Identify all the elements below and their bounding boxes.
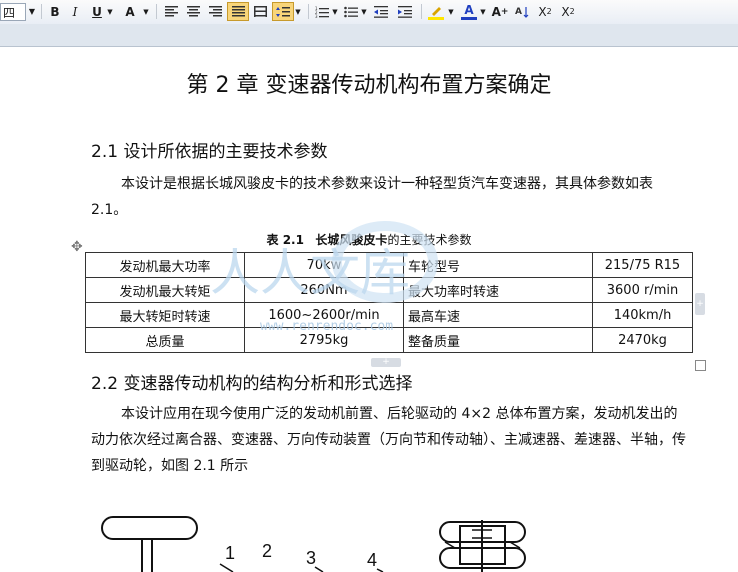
subscript-button[interactable]: X2	[558, 2, 578, 21]
table-cell[interactable]: 总质量	[85, 327, 245, 353]
table-row: 最大转矩时转速 1600~2600r/min 最高车速 140km/h	[85, 302, 693, 328]
font-color-swatch	[461, 16, 477, 20]
font-color-button[interactable]: A	[459, 2, 479, 21]
svg-text:3: 3	[315, 14, 318, 18]
highlight-icon[interactable]	[426, 2, 446, 21]
font-color-dropdown-icon[interactable]: ▼	[479, 2, 487, 21]
table-cell[interactable]: 发动机最大功率	[85, 252, 245, 278]
char-shading-button[interactable]: A	[120, 2, 140, 21]
table-cell[interactable]: 2795kg	[244, 327, 404, 353]
italic-label: I	[72, 4, 78, 19]
table-cell[interactable]: 1600~2600r/min	[244, 302, 404, 328]
table-cell[interactable]: 车轮型号	[403, 252, 593, 278]
numbering-dropdown-icon[interactable]: ▼	[331, 2, 339, 21]
char-shading-label: A	[125, 4, 135, 19]
figure-label-3: 3	[306, 548, 316, 568]
section-heading-2-2: 2.2 变速器传动机构的结构分析和形式选择	[91, 374, 413, 394]
table-cell[interactable]: 最大功率时转速	[403, 277, 593, 303]
align-center-icon[interactable]	[184, 2, 202, 21]
parameters-table[interactable]: 发动机最大功率 70kw 车轮型号 215/75 R15 发动机最大转矩 260Nm 最大功…	[85, 252, 693, 353]
grow-font-label: A	[491, 4, 501, 19]
section-paragraph-2-2: 本设计应用在现今使用广泛的发动机前置、后轮驱动的 4×2 总体布置方案，发动机发…	[91, 406, 686, 474]
increase-indent-icon[interactable]	[396, 2, 414, 21]
table-add-column-handle[interactable]: +	[695, 293, 705, 315]
subscript-label: X	[561, 4, 570, 19]
svg-text:A: A	[515, 7, 522, 17]
highlight-dropdown-icon[interactable]: ▼	[447, 2, 455, 21]
bullets-dropdown-icon[interactable]: ▼	[360, 2, 368, 21]
highlight-color-swatch	[428, 16, 444, 20]
figure-differential-shape	[439, 520, 526, 572]
char-shading-dropdown-icon[interactable]: ▼	[142, 2, 150, 21]
decrease-indent-icon[interactable]	[372, 2, 390, 21]
table-resize-handle[interactable]	[695, 360, 706, 371]
bold-button[interactable]: B	[46, 2, 64, 21]
section-paragraph-2-1: 本设计是根据长城风骏皮卡的技术参数来设计一种轻型货汽车变速器，其具体参数如表 2…	[91, 176, 653, 218]
table-cell[interactable]: 3600 r/min	[592, 277, 693, 303]
underline-label: U	[92, 4, 102, 19]
font-size-value: 四	[3, 5, 16, 20]
table-cell[interactable]: 最高车速	[403, 302, 593, 328]
table-caption-number: 表 2.1	[266, 233, 304, 247]
distributed-align-icon[interactable]	[251, 2, 269, 21]
table-add-row-handle[interactable]: +	[371, 358, 401, 367]
italic-button[interactable]: I	[66, 2, 84, 21]
table-row: 总质量 2795kg 整备质量 2470kg	[85, 327, 693, 353]
numbering-icon[interactable]: 123	[313, 2, 331, 21]
sort-icon[interactable]: A	[513, 2, 531, 21]
table-cell[interactable]: 2470kg	[592, 327, 693, 353]
horizontal-ruler[interactable]	[0, 24, 738, 47]
align-left-icon[interactable]	[162, 2, 180, 21]
font-size-box[interactable]: 四	[0, 3, 26, 21]
grow-font-plus-icon: +	[500, 6, 509, 17]
document-page[interactable]: 第 2 章 变速器传动机构布置方案确定 2.1 设计所依据的主要技术参数 本设计…	[0, 47, 738, 572]
table-cell[interactable]: 140km/h	[592, 302, 693, 328]
table-cell[interactable]: 最大转矩时转速	[85, 302, 245, 328]
bold-label: B	[50, 4, 60, 19]
table-cell[interactable]: 260Nm	[244, 277, 404, 303]
justify-icon[interactable]	[227, 2, 249, 21]
table-caption: 表 2.1 长城风骏皮卡的主要技术参数	[0, 231, 738, 248]
underline-button[interactable]: U	[88, 2, 106, 21]
table-cell[interactable]: 70kw	[244, 252, 404, 278]
font-color-label: A	[464, 2, 474, 17]
bullets-icon[interactable]	[342, 2, 360, 21]
table-cell[interactable]: 整备质量	[403, 327, 593, 353]
table-cell[interactable]: 发动机最大转矩	[85, 277, 245, 303]
superscript-mark: 2	[546, 7, 552, 16]
underline-dropdown-icon[interactable]: ▼	[106, 2, 114, 21]
table-row: 发动机最大功率 70kw 车轮型号 215/75 R15	[85, 252, 693, 278]
line-spacing-dropdown-icon[interactable]: ▼	[294, 2, 302, 21]
formatting-toolbar: 四 ▼ B I U ▼ A ▼ ▼ 123 ▼ ▼ ▼ A ▼ A + A X …	[0, 0, 738, 25]
figure-label-2: 2	[262, 541, 272, 561]
grow-font-button[interactable]: A +	[491, 2, 509, 21]
drivetrain-figure: 1 2 3 4	[101, 516, 526, 572]
table-row: 发动机最大转矩 260Nm 最大功率时转速 3600 r/min	[85, 277, 693, 303]
superscript-label: X	[538, 4, 547, 19]
chapter-title: 第 2 章 变速器传动机构布置方案确定	[186, 73, 552, 98]
table-cell[interactable]: 215/75 R15	[592, 252, 693, 278]
align-right-icon[interactable]	[206, 2, 224, 21]
section-heading-2-1: 2.1 设计所依据的主要技术参数	[91, 142, 328, 162]
table-caption-suffix: 的主要技术参数	[387, 233, 472, 247]
line-spacing-icon[interactable]	[272, 2, 294, 21]
superscript-button[interactable]: X2	[535, 2, 555, 21]
subscript-mark: 2	[569, 7, 575, 16]
font-size-dropdown-icon[interactable]: ▼	[27, 2, 37, 21]
figure-label-4: 4	[367, 550, 377, 570]
table-caption-bold: 长城风骏皮卡	[315, 233, 388, 247]
figure-label-1: 1	[225, 543, 235, 563]
figure-engine-shape	[101, 516, 198, 540]
